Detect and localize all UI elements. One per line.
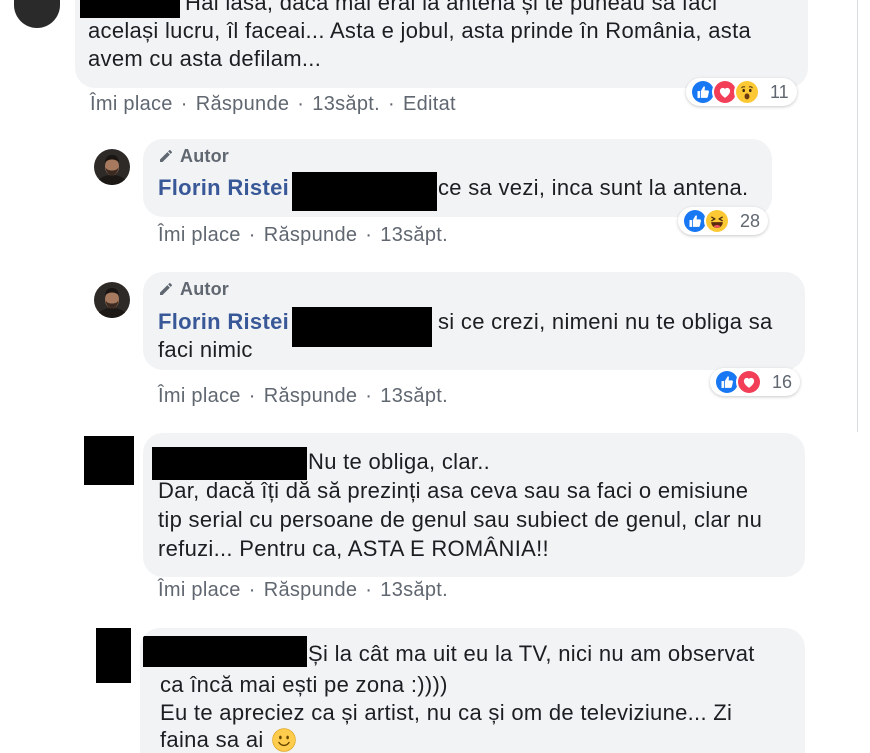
- comment-text-line: faina sa ai: [160, 726, 296, 753]
- comment-text-line: Nu te obliga, clar..: [308, 449, 491, 474]
- love-icon: [736, 369, 762, 395]
- pencil-icon: [158, 148, 174, 164]
- separator: ·: [297, 93, 305, 115]
- wow-icon: [734, 79, 760, 105]
- author-name-link[interactable]: Florin Ristei: [158, 308, 289, 336]
- haha-icon: [704, 208, 730, 234]
- like-link[interactable]: Îmi place: [90, 92, 173, 116]
- author-badge: Autor: [158, 279, 229, 299]
- separator: ·: [365, 385, 373, 407]
- reactions-summary[interactable]: 16: [710, 368, 801, 396]
- comment-text-line: avem cu asta defilam...: [88, 46, 322, 71]
- like-link[interactable]: Îmi place: [158, 578, 241, 602]
- comment-bubble: Nu te obliga, clar.. Dar, dacă îți dă să…: [143, 433, 805, 577]
- reactions-summary[interactable]: 28: [678, 207, 769, 235]
- separator: ·: [180, 93, 188, 115]
- comment-text-line: Și la cât ma uit eu la TV, nici nu am ob…: [308, 641, 755, 666]
- reply-link[interactable]: Răspunde: [264, 384, 358, 408]
- reply-link[interactable]: Răspunde: [196, 92, 290, 116]
- separator: ·: [365, 224, 373, 246]
- comment-bubble: Hai lasa, daca mai erai la antena și te …: [75, 0, 808, 88]
- redacted-avatar: [84, 436, 134, 485]
- separator: ·: [248, 224, 256, 246]
- comment-text-line: si ce crezi, nimeni nu te obliga sa: [438, 309, 773, 334]
- comment-text-line: ca încă mai ești pe zona :)))): [160, 672, 448, 697]
- comment-text-line: Hai lasa, daca mai erai la antena și te …: [185, 0, 718, 15]
- author-badge-label: Autor: [180, 279, 229, 299]
- like-link[interactable]: Îmi place: [158, 384, 241, 408]
- comment-text: faina sa ai: [160, 727, 264, 752]
- right-divider: [857, 0, 858, 432]
- redacted-tag: [292, 307, 432, 347]
- comment-actions: Îmi place · Răspunde · 13săpt.: [158, 384, 448, 408]
- comment-text-line: refuzi... Pentru ca, ASTA E ROMÂNIA!!: [158, 536, 549, 561]
- redacted-tag: [292, 172, 437, 211]
- comment-thread: Hai lasa, daca mai erai la antena și te …: [0, 0, 870, 753]
- comment-actions: Îmi place · Răspunde · 13săpt. · Editat: [90, 92, 456, 116]
- comment-bubble: Autor Florin Ristei ce sa vezi, inca sun…: [143, 139, 772, 217]
- reaction-count: 28: [740, 211, 761, 231]
- timestamp-link[interactable]: 13săpt.: [380, 384, 448, 408]
- redacted-author-name: [143, 636, 307, 667]
- avatar[interactable]: [14, 0, 60, 28]
- reply-link[interactable]: Răspunde: [264, 223, 358, 247]
- author-name-link[interactable]: Florin Ristei: [158, 174, 289, 202]
- redacted-author-name: [152, 447, 307, 480]
- author-badge-label: Autor: [180, 146, 229, 166]
- comment-text-line: tip serial cu persoane de genul sau subi…: [158, 507, 763, 532]
- reaction-count: 11: [770, 82, 789, 102]
- separator: ·: [248, 385, 256, 407]
- redacted-author-name: [80, 0, 180, 18]
- comment-bubble: Autor Florin Ristei si ce crezi, nimeni …: [143, 272, 805, 370]
- timestamp-link[interactable]: 13săpt.: [380, 578, 448, 602]
- comment-actions: Îmi place · Răspunde · 13săpt.: [158, 223, 448, 247]
- comment-actions: Îmi place · Răspunde · 13săpt.: [158, 578, 448, 602]
- separator: ·: [248, 579, 256, 601]
- redacted-avatar: [96, 628, 131, 683]
- comment-text-line: Eu te apreciez ca și artist, nu ca și om…: [160, 700, 733, 725]
- separator: ·: [365, 579, 373, 601]
- avatar[interactable]: [94, 282, 130, 318]
- comment-text-line: același lucru, îl faceai... Asta e jobul…: [88, 18, 752, 43]
- comment-text-line: Dar, dacă îți dă să prezinți asa ceva sa…: [158, 478, 749, 503]
- timestamp-link[interactable]: 13săpt.: [312, 92, 380, 116]
- comment-bubble: Și la cât ma uit eu la TV, nici nu am ob…: [140, 628, 805, 753]
- timestamp-link[interactable]: 13săpt.: [380, 223, 448, 247]
- comment-text-line: faci nimic: [158, 337, 253, 362]
- slightly-smiling-face-icon: [271, 728, 296, 752]
- author-badge: Autor: [158, 146, 229, 166]
- edited-link[interactable]: Editat: [403, 92, 456, 116]
- avatar[interactable]: [94, 149, 130, 185]
- reactions-summary[interactable]: 11: [686, 78, 797, 106]
- pencil-icon: [158, 281, 174, 297]
- like-link[interactable]: Îmi place: [158, 223, 241, 247]
- separator: ·: [387, 93, 395, 115]
- reply-link[interactable]: Răspunde: [264, 578, 358, 602]
- reaction-count: 16: [772, 372, 793, 392]
- comment-text-line: ce sa vezi, inca sunt la antena.: [438, 175, 749, 200]
